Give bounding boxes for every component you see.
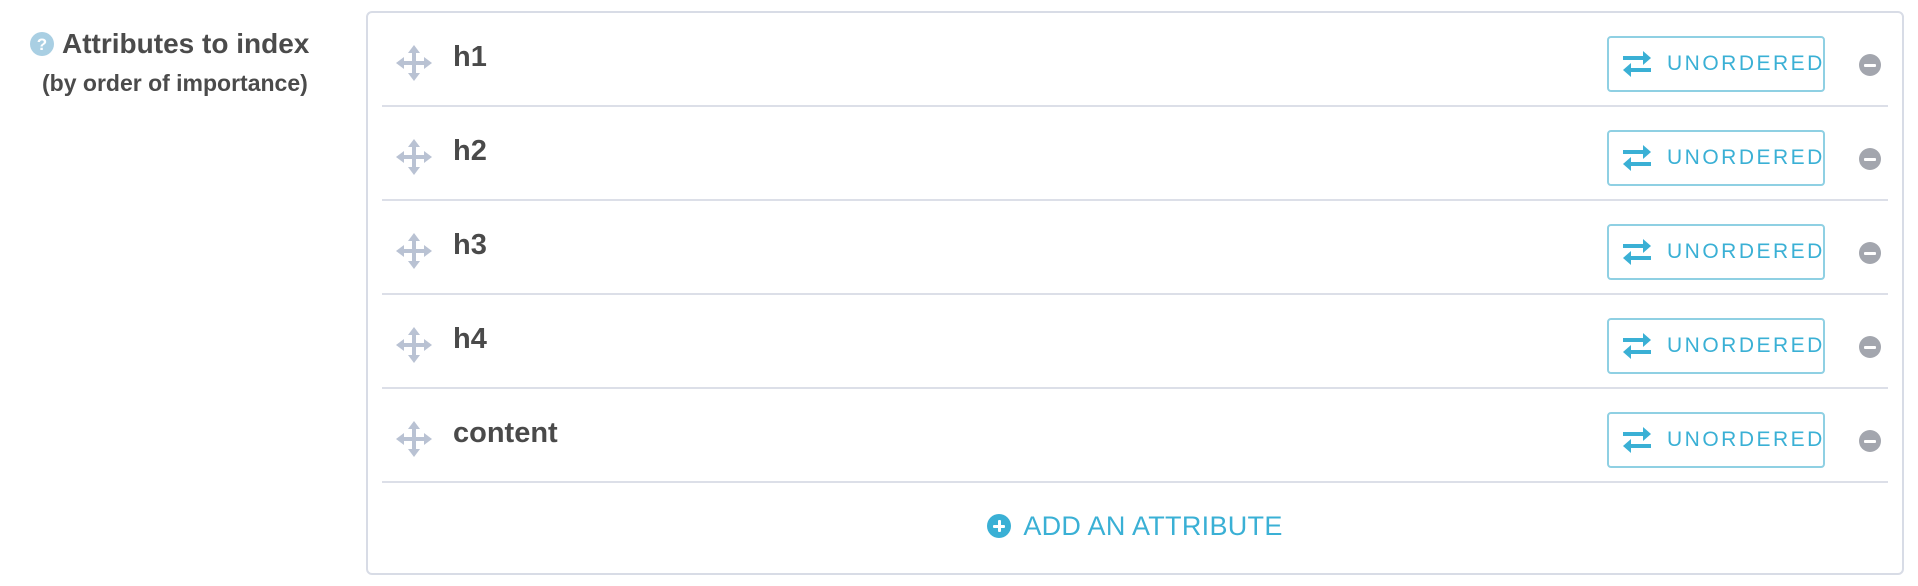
remove-attribute-icon[interactable] [1859, 430, 1881, 452]
order-toggle-button[interactable]: UNORDERED [1607, 130, 1825, 186]
remove-attribute-icon[interactable] [1859, 336, 1881, 358]
drag-handle-icon[interactable] [396, 327, 432, 363]
attribute-row: h3 UNORDERED [382, 201, 1888, 295]
attribute-row: h4 UNORDERED [382, 295, 1888, 389]
swap-arrows-icon [1621, 50, 1653, 78]
drag-handle-icon[interactable] [396, 421, 432, 457]
plus-circle-icon [987, 514, 1012, 538]
field-label-block: ? Attributes to index (by order of impor… [30, 24, 330, 97]
order-toggle-button[interactable]: UNORDERED [1607, 36, 1825, 92]
attribute-row: content UNORDERED [382, 389, 1888, 483]
order-toggle-label: UNORDERED [1667, 52, 1825, 75]
drag-handle-icon[interactable] [396, 233, 432, 269]
attribute-row: h1 UNORDERED [382, 13, 1888, 107]
field-label-text: Attributes to index [62, 28, 310, 59]
order-toggle-label: UNORDERED [1667, 146, 1825, 169]
order-toggle-label: UNORDERED [1667, 240, 1825, 263]
remove-attribute-icon[interactable] [1859, 242, 1881, 264]
drag-handle-icon[interactable] [396, 45, 432, 81]
attributes-list: h1 UNORDERED h2 UNORDERED h3 UNORDERED h… [382, 13, 1888, 483]
attribute-name: h1 [453, 41, 487, 73]
order-toggle-button[interactable]: UNORDERED [1607, 224, 1825, 280]
add-attribute-label: ADD AN ATTRIBUTE [1023, 510, 1283, 541]
order-toggle-button[interactable]: UNORDERED [1607, 412, 1825, 468]
remove-attribute-icon[interactable] [1859, 54, 1881, 76]
remove-attribute-icon[interactable] [1859, 148, 1881, 170]
attribute-name: h3 [453, 229, 487, 261]
attribute-row: h2 UNORDERED [382, 107, 1888, 201]
add-attribute-button[interactable]: ADD AN ATTRIBUTE [368, 501, 1902, 551]
drag-handle-icon[interactable] [396, 139, 432, 175]
swap-arrows-icon [1621, 426, 1653, 454]
swap-arrows-icon [1621, 332, 1653, 360]
attribute-name: content [453, 417, 558, 449]
attribute-name: h2 [453, 135, 487, 167]
swap-arrows-icon [1621, 144, 1653, 172]
attributes-panel: h1 UNORDERED h2 UNORDERED h3 UNORDERED h… [366, 11, 1904, 575]
swap-arrows-icon [1621, 238, 1653, 266]
field-label: ? Attributes to index [30, 24, 330, 64]
attribute-name: h4 [453, 323, 487, 355]
order-toggle-label: UNORDERED [1667, 428, 1825, 451]
help-icon[interactable]: ? [30, 32, 54, 56]
order-toggle-button[interactable]: UNORDERED [1607, 318, 1825, 374]
field-sublabel: (by order of importance) [42, 70, 308, 96]
order-toggle-label: UNORDERED [1667, 334, 1825, 357]
